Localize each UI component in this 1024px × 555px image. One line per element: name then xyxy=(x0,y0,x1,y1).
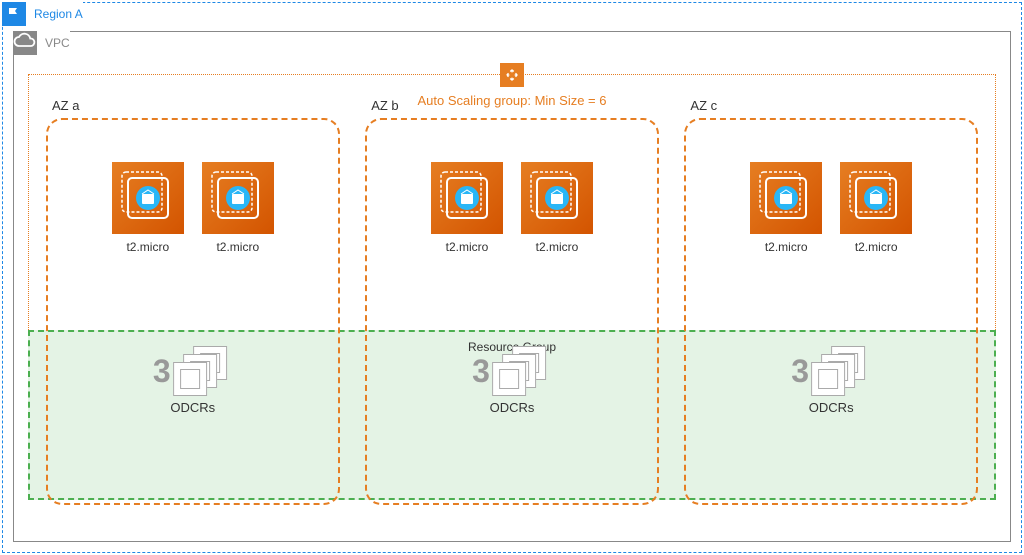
odcr-stack-icon xyxy=(173,346,233,396)
ec2-instance: t2.micro xyxy=(202,162,274,254)
ec2-instance-icon xyxy=(521,162,593,234)
ec2-instance: t2.micro xyxy=(750,162,822,254)
odcr-label: ODCRs xyxy=(490,400,535,415)
az-label: AZ a xyxy=(52,98,79,113)
availability-zone-c: AZ c t2.micro t2.micro xyxy=(684,118,978,505)
az-label: AZ b xyxy=(371,98,398,113)
odcr-label: ODCRs xyxy=(809,400,854,415)
vpc-label: VPC xyxy=(37,36,70,50)
odcr-group: 3 ODCRs xyxy=(472,346,552,415)
vpc-boundary: VPC Auto Scaling group: Min Size = 6 Res… xyxy=(13,31,1011,542)
instance-type-label: t2.micro xyxy=(765,240,808,254)
odcr-count: 3 xyxy=(791,353,809,390)
az-label: AZ c xyxy=(690,98,717,113)
ec2-instance-icon xyxy=(840,162,912,234)
odcr-stack-icon xyxy=(811,346,871,396)
instance-type-label: t2.micro xyxy=(216,240,259,254)
ec2-instance: t2.micro xyxy=(521,162,593,254)
region-flag-icon xyxy=(2,2,26,26)
odcr-stack-icon xyxy=(492,346,552,396)
auto-scaling-group-label: Auto Scaling group: Min Size = 6 xyxy=(414,93,611,108)
vpc-header: VPC xyxy=(13,31,70,55)
ec2-instance-icon xyxy=(750,162,822,234)
instance-group: t2.micro t2.micro xyxy=(112,162,274,254)
ec2-instance: t2.micro xyxy=(840,162,912,254)
instance-group: t2.micro t2.micro xyxy=(431,162,593,254)
ec2-instance: t2.micro xyxy=(431,162,503,254)
region-boundary: Region A VPC Auto Scaling group: Min Siz… xyxy=(2,2,1022,553)
instance-type-label: t2.micro xyxy=(855,240,898,254)
auto-scaling-icon xyxy=(500,63,524,87)
odcr-group: 3 ODCRs xyxy=(153,346,233,415)
ec2-instance-icon xyxy=(202,162,274,234)
availability-zone-a: AZ a t2.micro t2.micro xyxy=(46,118,340,505)
region-label: Region A xyxy=(26,7,83,21)
odcr-label: ODCRs xyxy=(170,400,215,415)
instance-group: t2.micro t2.micro xyxy=(750,162,912,254)
ec2-instance: t2.micro xyxy=(112,162,184,254)
az-container: AZ a t2.micro t2.micro xyxy=(46,118,978,505)
instance-type-label: t2.micro xyxy=(126,240,169,254)
region-header: Region A xyxy=(2,2,83,26)
odcr-group: 3 ODCRs xyxy=(791,346,871,415)
ec2-instance-icon xyxy=(112,162,184,234)
ec2-instance-icon xyxy=(431,162,503,234)
availability-zone-b: AZ b t2.micro t2.micro xyxy=(365,118,659,505)
vpc-cloud-icon xyxy=(13,31,37,55)
odcr-count: 3 xyxy=(472,353,490,390)
instance-type-label: t2.micro xyxy=(536,240,579,254)
odcr-count: 3 xyxy=(153,353,171,390)
instance-type-label: t2.micro xyxy=(446,240,489,254)
